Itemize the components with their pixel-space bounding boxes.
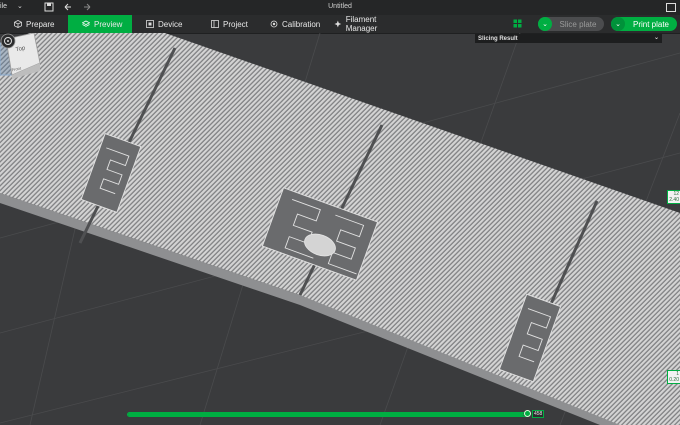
slicing-result-panel[interactable]: Slicing Result ⌄ <box>475 34 662 43</box>
window-title: Untitled <box>328 3 352 10</box>
chevron-down-icon[interactable]: ⌄ <box>654 34 659 41</box>
print-plate-button[interactable]: ⌄ Print plate <box>611 17 677 31</box>
3d-viewport[interactable]: Top Front <box>0 33 680 425</box>
calibration-icon <box>270 20 278 28</box>
tab-label: Device <box>158 19 183 29</box>
title-bar: ile ⌄ Untitled <box>0 0 680 15</box>
slice-plate-label: Slice plate <box>559 19 597 29</box>
move-slider-track[interactable] <box>127 412 529 417</box>
chevron-down-icon[interactable]: ⌄ <box>538 17 552 31</box>
move-slider-handle[interactable] <box>524 410 531 417</box>
layer-bottom-tag[interactable]: 1 0.20 <box>667 370 680 384</box>
main-tab-bar: Prepare Preview Device Project Calibrati… <box>0 15 680 34</box>
tab-preview[interactable]: Preview <box>68 15 132 33</box>
layer-top-height: 2.40 <box>669 197 679 203</box>
tab-label: Prepare <box>26 19 55 29</box>
layer-view-icon[interactable] <box>513 19 522 28</box>
move-slider-fill <box>128 413 524 416</box>
print-preview-render[interactable] <box>0 33 680 425</box>
tab-project[interactable]: Project <box>205 15 263 33</box>
tab-prepare[interactable]: Prepare <box>8 15 68 33</box>
tab-label: Project <box>223 19 248 29</box>
tab-device[interactable]: Device <box>140 15 195 33</box>
slicing-result-label: Slicing Result <box>478 35 518 42</box>
layer-bottom-height: 0.20 <box>669 377 679 383</box>
filament-icon <box>334 20 342 28</box>
tab-calibration[interactable]: Calibration <box>264 15 330 33</box>
tab-filament-manager[interactable]: Filament Manager <box>328 15 414 33</box>
device-icon <box>146 20 154 28</box>
tab-label: Filament Manager <box>345 15 378 33</box>
chevron-down-icon[interactable]: ⌄ <box>611 17 625 31</box>
zoom-fit-icon[interactable] <box>0 33 16 49</box>
layer-top-tag[interactable]: 12 2.40 <box>667 190 680 204</box>
maximize-button[interactable] <box>666 3 676 12</box>
tab-label: Calibration <box>282 19 321 29</box>
project-icon <box>211 20 219 28</box>
tab-label: Preview <box>94 19 123 29</box>
move-slider-value: 458 <box>532 410 545 418</box>
print-plate-label: Print plate <box>632 19 670 29</box>
slice-plate-button[interactable]: ⌄ Slice plate <box>538 17 604 31</box>
layers-icon <box>82 20 90 27</box>
cube-outline-icon <box>14 20 22 28</box>
